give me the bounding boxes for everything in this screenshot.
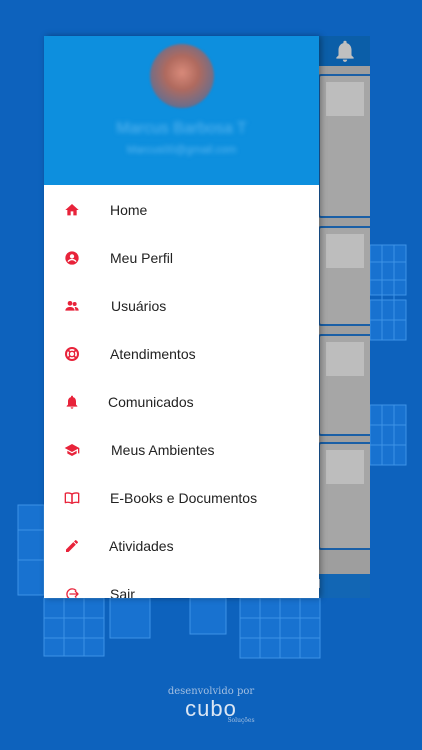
menu-item-usuarios[interactable]: Usuários	[44, 283, 319, 331]
menu-item-label: Meus Ambientes	[111, 442, 215, 458]
drawer-menu: Home Meu Perfil Usuários Atendimentos Co…	[44, 187, 319, 598]
graduation-cap-icon	[64, 444, 80, 456]
menu-item-sair[interactable]: Sair	[44, 571, 319, 598]
drawer-header: Marcus Barbosa T Marcus00@gmail.com	[44, 36, 319, 185]
navigation-drawer: Marcus Barbosa T Marcus00@gmail.com Home…	[44, 36, 319, 598]
user-name: Marcus Barbosa T	[116, 120, 247, 137]
lifebuoy-icon	[65, 347, 79, 361]
users-icon	[65, 301, 79, 311]
menu-item-label: Usuários	[111, 298, 167, 314]
menu-item-label: Atendimentos	[110, 346, 196, 362]
menu-item-meu-perfil[interactable]: Meu Perfil	[44, 235, 319, 283]
book-icon	[64, 492, 80, 504]
pencil-icon	[66, 540, 78, 552]
app-card[interactable]	[318, 74, 370, 218]
user-avatar[interactable]	[150, 44, 214, 108]
profile-icon	[65, 251, 79, 265]
menu-item-atendimentos[interactable]: Atendimentos	[44, 331, 319, 379]
menu-item-meus-ambientes[interactable]: Meus Ambientes	[44, 427, 319, 475]
cubo-logo-subtitle: Soluções	[227, 717, 255, 724]
menu-item-ebooks-documentos[interactable]: E-Books e Documentos	[44, 475, 319, 523]
menu-item-comunicados[interactable]: Comunicados	[44, 379, 319, 427]
cubo-logo: cubo	[185, 696, 237, 721]
user-email: Marcus00@gmail.com	[126, 144, 237, 156]
notification-bell-icon[interactable]	[332, 38, 358, 64]
bell-icon	[66, 395, 78, 409]
logout-icon	[66, 588, 79, 598]
app-card[interactable]	[318, 226, 370, 326]
menu-item-atividades[interactable]: Atividades	[44, 523, 319, 571]
menu-item-home[interactable]: Home	[44, 187, 319, 235]
footer-branding: desenvolvido por cubo Soluções	[0, 686, 422, 724]
developed-by-text: desenvolvido por	[167, 686, 255, 697]
menu-item-label: Sair	[110, 586, 135, 598]
app-card[interactable]	[318, 442, 370, 550]
app-card[interactable]	[318, 334, 370, 436]
menu-item-label: Atividades	[109, 538, 174, 554]
menu-item-label: E-Books e Documentos	[110, 490, 258, 506]
home-icon	[65, 204, 79, 216]
menu-item-label: Comunicados	[108, 394, 194, 410]
menu-item-label: Meu Perfil	[110, 250, 174, 266]
menu-item-label: Home	[110, 202, 148, 218]
